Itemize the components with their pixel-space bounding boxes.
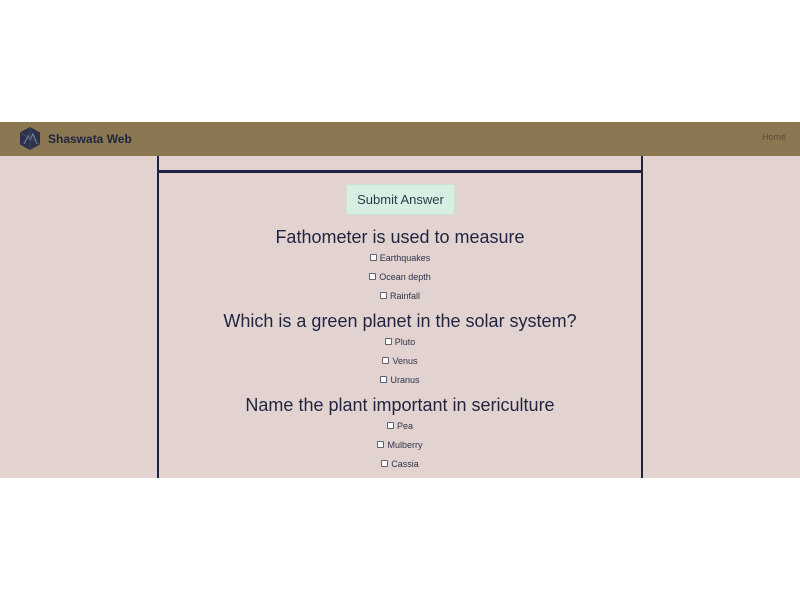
question-2: Which is a green planet in the solar sys… [159,310,641,389]
option-venus[interactable]: Venus [159,351,641,370]
option-ocean-depth[interactable]: Ocean depth [159,267,641,286]
card-divider [159,170,641,173]
option-checkbox[interactable] [386,422,394,429]
question-title: Fathometer is used to measure [275,227,525,247]
option-checkbox[interactable] [380,376,388,383]
option-checkbox[interactable] [369,254,377,261]
brand-name: Shaswata Web [48,131,132,146]
submit-answer-button[interactable]: Submit Answer [346,184,455,215]
option-earthquakes[interactable]: Earthquakes [159,248,641,267]
option-mulberry[interactable]: Mulberry [159,435,641,454]
option-label: Pluto [394,336,416,347]
option-label: Mulberry [387,439,423,450]
option-checkbox[interactable] [384,338,392,345]
option-checkbox[interactable] [377,441,385,448]
option-checkbox[interactable] [382,357,390,364]
option-label: Earthquakes [379,252,431,263]
option-label: Venus [392,355,418,366]
option-label: Rainfall [389,290,420,301]
option-pea[interactable]: Pea [159,416,641,435]
option-label: Uranus [390,374,420,385]
option-label: Ocean depth [379,271,431,282]
option-checkbox[interactable] [381,460,389,467]
option-checkbox[interactable] [369,273,377,280]
question-title: Which is a green planet in the solar sys… [223,311,577,331]
option-rainfall[interactable]: Rainfall [159,286,641,305]
brand-link[interactable]: Shaswata Web [18,126,132,151]
option-uranus[interactable]: Uranus [159,370,641,389]
nav-home-link[interactable]: Home [762,132,786,142]
hexagon-logo-icon [19,127,41,150]
question-title: Name the plant important in sericulture [245,395,555,415]
navbar: Shaswata Web Home [0,122,800,156]
option-checkbox[interactable] [379,292,387,299]
question-3: Name the plant important in sericulture … [159,394,641,473]
browser-viewport: Shaswata Web Home Submit Answer Fathomet… [0,122,800,478]
quiz-card: Submit Answer Fathometer is used to meas… [157,156,643,478]
question-1: Fathometer is used to measure Earthquake… [159,226,641,305]
option-pluto[interactable]: Pluto [159,332,641,351]
option-label: Pea [396,420,413,431]
option-label: Cassia [391,458,419,469]
option-cassia[interactable]: Cassia [159,454,641,473]
